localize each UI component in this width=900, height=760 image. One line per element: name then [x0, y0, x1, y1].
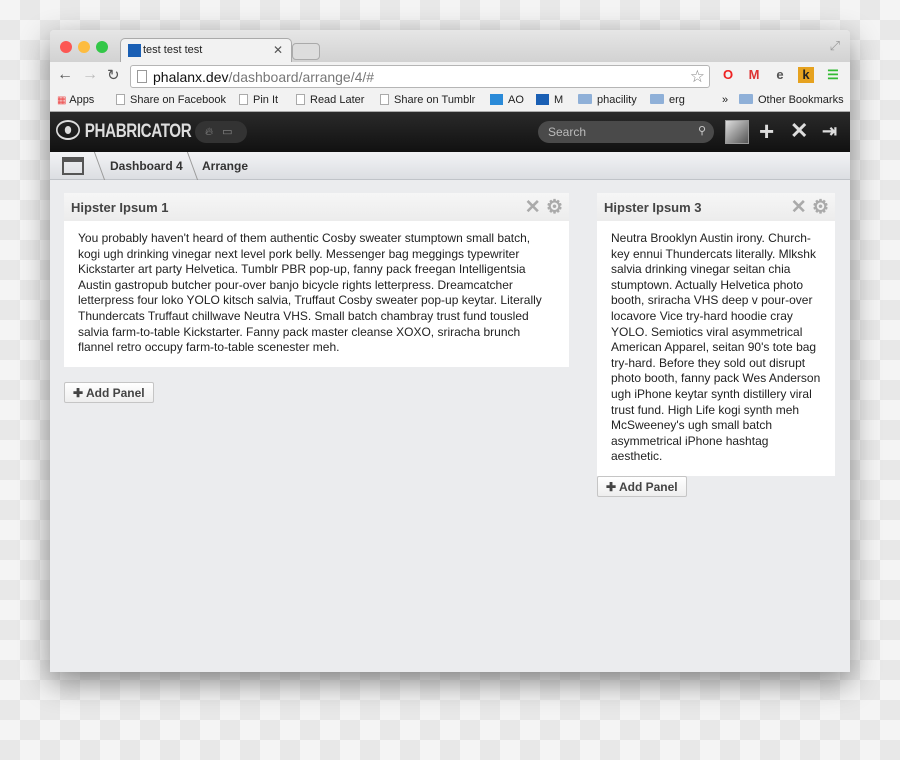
remove-panel-icon[interactable]: ✕: [525, 197, 541, 218]
opera-extension-icon[interactable]: O: [720, 67, 736, 83]
panel-body: Neutra Brooklyn Austin irony. Church-key…: [611, 231, 821, 464]
fullscreen-icon[interactable]: ⤢: [830, 38, 840, 54]
add-panel-button[interactable]: ✚ Add Panel: [597, 476, 687, 497]
dashboard-home-icon[interactable]: [62, 157, 84, 175]
bookmark-label: erg: [669, 94, 685, 106]
folder-icon: [650, 94, 664, 104]
bookmarks-bar: ▦ Apps Share on Facebook Pin It Read Lat…: [50, 90, 850, 112]
bookmark-folder-other[interactable]: Other Bookmarks: [739, 94, 844, 106]
bookmark-ao[interactable]: AO: [490, 94, 524, 106]
bookmark-read-later[interactable]: Read Later: [296, 94, 364, 106]
bookmarks-overflow[interactable]: »: [722, 94, 728, 106]
add-panel-label: Add Panel: [618, 480, 678, 494]
add-panel-button[interactable]: ✚ Add Panel: [64, 382, 154, 403]
phabricator-icon: [536, 94, 549, 105]
search-icon[interactable]: ⚲: [698, 124, 706, 137]
bookmark-label: AO: [508, 94, 524, 106]
gear-icon[interactable]: ⚙: [812, 197, 829, 218]
plus-icon[interactable]: +: [759, 116, 774, 147]
add-panel-label: Add Panel: [85, 386, 145, 400]
message-icon[interactable]: ▭: [222, 126, 232, 138]
panel-body: You probably haven't heard of them authe…: [78, 231, 542, 355]
panel-hipster-ipsum-3: Hipster Ipsum 3 ✕ ⚙ Neutra Brooklyn Austi…: [597, 193, 835, 476]
breadcrumb-separator: [84, 152, 106, 180]
phabricator-header: PHABRICATOR 🔥︎ ▭ Search ⚲ + ✕ ⇥: [50, 112, 850, 152]
plus-icon: ✚: [73, 386, 86, 400]
gmail-extension-icon[interactable]: M: [746, 67, 762, 83]
browser-window: test test test ✕ ⤢ ← → ↻ phalanx.dev/das…: [50, 30, 850, 672]
k-extension-icon[interactable]: k: [798, 67, 814, 83]
bookmark-label: phacility: [597, 94, 637, 106]
tab-close-icon[interactable]: ✕: [273, 43, 283, 57]
flame-icon[interactable]: 🔥︎: [205, 126, 213, 138]
breadcrumb-arrange: Arrange: [202, 159, 249, 173]
page-icon: [239, 94, 248, 105]
search-input[interactable]: Search ⚲: [538, 121, 714, 143]
zoom-window-button[interactable]: [96, 41, 108, 53]
bookmark-label: Read Later: [310, 94, 365, 106]
address-bar[interactable]: phalanx.dev/dashboard/arrange/4/# ☆: [130, 65, 710, 88]
breadcrumb-dashboard[interactable]: Dashboard 4: [110, 159, 183, 173]
menu-icon[interactable]: ☰: [825, 67, 841, 83]
phabricator-favicon-icon: [128, 44, 141, 57]
bookmark-label: Pin It: [253, 94, 279, 106]
bookmark-label: Apps: [69, 94, 95, 106]
panel-title: Hipster Ipsum 1: [71, 200, 169, 215]
bookmark-share-facebook[interactable]: Share on Facebook: [116, 94, 226, 106]
bookmark-label: Share on Facebook: [130, 94, 227, 106]
bookmark-folder-phacility[interactable]: phacility: [578, 94, 637, 106]
tab-bar: test test test ✕ ⤢: [50, 30, 850, 62]
bookmark-m[interactable]: M: [536, 94, 563, 106]
url-path: /dashboard/arrange/4/#: [228, 69, 375, 85]
notifications[interactable]: 🔥︎ ▭: [195, 121, 247, 143]
reload-icon[interactable]: ↻: [107, 66, 120, 84]
remove-panel-icon[interactable]: ✕: [791, 197, 807, 218]
breadcrumb: Dashboard 4 Arrange: [50, 152, 850, 180]
bookmark-share-tumblr[interactable]: Share on Tumblr: [380, 94, 475, 106]
panel-hipster-ipsum-1: Hipster Ipsum 1 ✕ ⚙ You probably haven't …: [64, 193, 569, 367]
bookmark-label: Share on Tumblr: [394, 94, 476, 106]
bookmark-label: Other Bookmarks: [758, 94, 844, 106]
folder-icon: [578, 94, 592, 104]
close-window-button[interactable]: [60, 41, 72, 53]
page-icon: [296, 94, 305, 105]
panel-header[interactable]: Hipster Ipsum 3 ✕ ⚙: [597, 193, 835, 221]
phabricator-logo[interactable]: PHABRICATOR: [56, 120, 192, 143]
page-icon: [380, 94, 389, 105]
browser-toolbar: ← → ↻ phalanx.dev/dashboard/arrange/4/# …: [50, 62, 850, 90]
bookmark-folder-erg[interactable]: erg: [650, 94, 685, 106]
new-tab-button[interactable]: [292, 43, 320, 60]
forward-icon[interactable]: →: [82, 66, 98, 84]
search-placeholder: Search: [548, 125, 587, 139]
bookmark-label: M: [554, 94, 564, 106]
bookmark-apps[interactable]: ▦ Apps: [57, 94, 94, 106]
evernote-extension-icon[interactable]: e: [772, 67, 788, 83]
gear-icon[interactable]: ⚙: [546, 197, 563, 218]
panel-title: Hipster Ipsum 3: [604, 200, 702, 215]
folder-icon: [739, 94, 753, 104]
logout-icon[interactable]: ⇥: [822, 121, 837, 142]
logo-text: PHABRICATOR: [84, 121, 192, 142]
tab-active[interactable]: test test test ✕: [120, 38, 292, 62]
tab-title: test test test: [143, 44, 203, 56]
bookmark-pin-it[interactable]: Pin It: [239, 94, 278, 106]
avatar[interactable]: [725, 120, 749, 144]
url-host: phalanx.dev: [153, 69, 229, 85]
back-icon[interactable]: ←: [57, 66, 73, 84]
wrench-icon[interactable]: ✕: [790, 118, 808, 144]
eye-logo-icon: [56, 120, 80, 140]
apps-grid-icon: ▦: [57, 95, 70, 106]
bookmark-star-icon[interactable]: ☆: [690, 67, 705, 87]
page-icon: [116, 94, 125, 105]
ao-icon: [490, 94, 503, 105]
panel-header[interactable]: Hipster Ipsum 1 ✕ ⚙: [64, 193, 569, 221]
minimize-window-button[interactable]: [78, 41, 90, 53]
page-icon: [137, 70, 147, 83]
plus-icon: ✚: [606, 480, 619, 494]
